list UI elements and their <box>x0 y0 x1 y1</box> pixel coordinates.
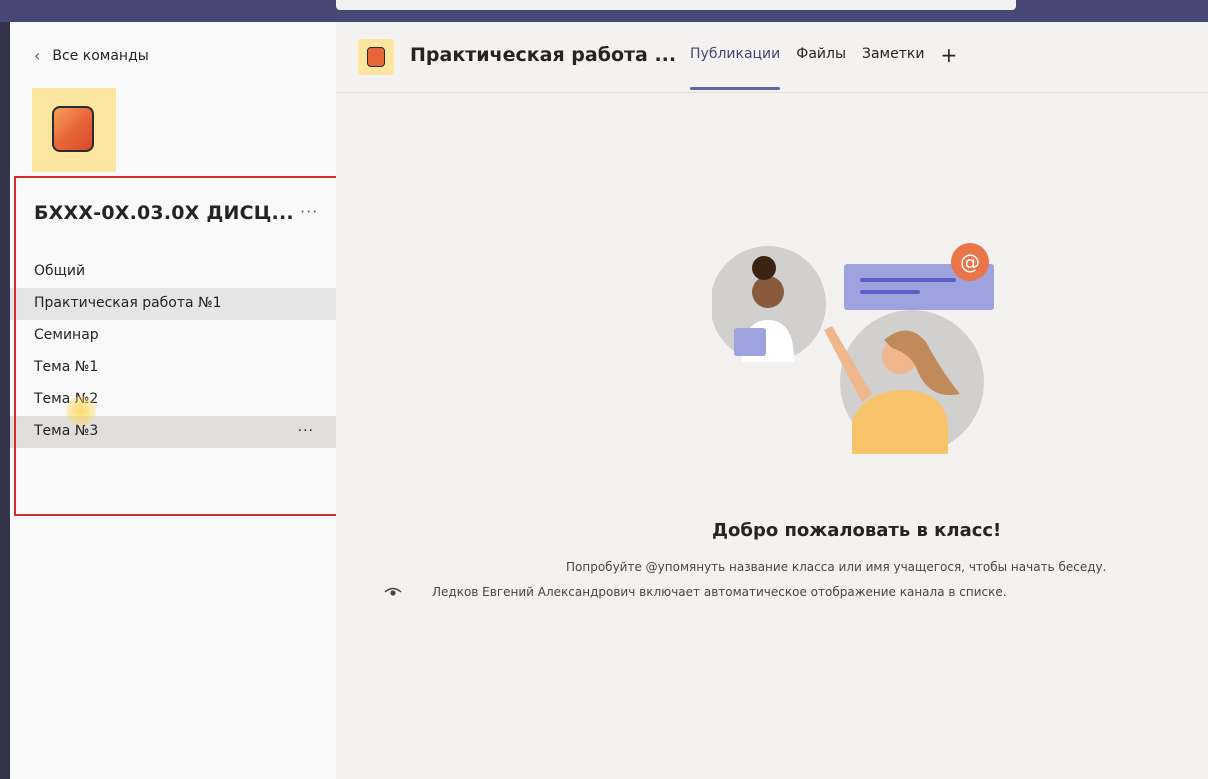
channel-tabs: Публикации Файлы Заметки + <box>690 45 957 90</box>
person-left-head <box>752 276 784 308</box>
app-left-rail <box>0 22 10 779</box>
person-left-hair <box>752 256 776 280</box>
all-teams-back-link[interactable]: ‹ Все команды <box>34 46 149 65</box>
app-top-bar <box>0 0 1208 22</box>
team-logo-icon <box>52 106 94 152</box>
chat-line <box>860 278 956 282</box>
mention-symbol: @ <box>960 250 980 274</box>
team-logo-small-icon <box>367 47 385 67</box>
tab-posts[interactable]: Публикации <box>690 46 781 90</box>
channel-header: Практическая работа ... Публикации Файлы… <box>336 22 1208 93</box>
add-tab-plus-icon[interactable]: + <box>940 45 957 90</box>
tab-files[interactable]: Файлы <box>796 46 846 90</box>
eye-icon <box>384 587 402 596</box>
all-teams-label: Все команды <box>52 47 149 64</box>
channel-team-icon <box>358 39 394 75</box>
search-bar[interactable] <box>336 0 1016 10</box>
team-avatar[interactable] <box>32 88 116 172</box>
annotation-highlight-box <box>14 176 360 516</box>
mention-hint-text: Попробуйте @упомянуть название класса ил… <box>566 560 1107 574</box>
welcome-title: Добро пожаловать в класс! <box>712 520 1002 541</box>
auto-show-notice: Ледков Евгений Александрович включает ав… <box>384 585 1007 599</box>
channel-main-panel: Практическая работа ... Публикации Файлы… <box>336 22 1208 779</box>
channel-title: Практическая работа ... <box>410 44 677 66</box>
chevron-left-icon: ‹ <box>34 46 41 65</box>
tab-notes[interactable]: Заметки <box>862 46 924 90</box>
welcome-illustration: @ <box>712 243 994 454</box>
laptop-icon <box>734 328 766 356</box>
auto-show-notice-text: Ледков Евгений Александрович включает ав… <box>432 585 1007 599</box>
chat-line <box>860 290 920 294</box>
